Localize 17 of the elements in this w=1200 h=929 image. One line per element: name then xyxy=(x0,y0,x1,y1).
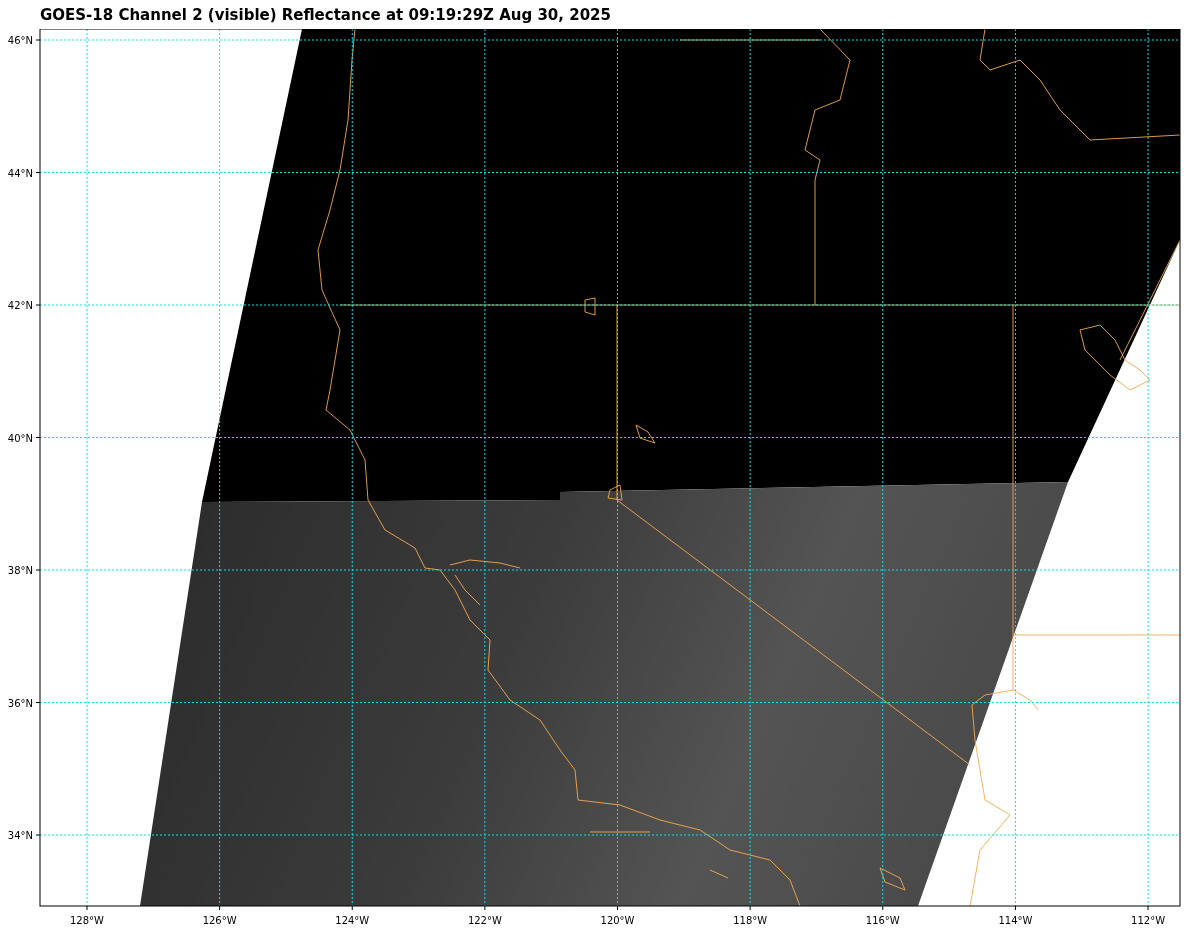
longitude-label: 120°W xyxy=(600,915,635,926)
latitude-label: 34°N xyxy=(7,830,33,841)
longitude-label: 124°W xyxy=(335,915,370,926)
latitude-label: 44°N xyxy=(7,167,33,179)
longitude-label: 122°W xyxy=(467,915,502,926)
latitude-label: 36°N xyxy=(7,697,33,709)
latitude-label: 40°N xyxy=(7,432,33,444)
longitude-label: 126°W xyxy=(202,915,237,926)
map-title: GOES-18 Channel 2 (visible) Reflectance at 09:19:29Z Aug 30, 2025 xyxy=(40,5,611,24)
latitude-label: 46°N xyxy=(7,35,33,46)
latitude-label: 42°N xyxy=(7,300,33,311)
longitude-label: 118°W xyxy=(733,915,768,926)
latitude-label: 38°N xyxy=(7,565,33,576)
longitude-label: 114°W xyxy=(998,915,1033,926)
longitude-label: 112°W xyxy=(1131,915,1166,926)
longitude-label: 116°W xyxy=(865,915,900,926)
longitude-label: 128°W xyxy=(70,915,104,926)
